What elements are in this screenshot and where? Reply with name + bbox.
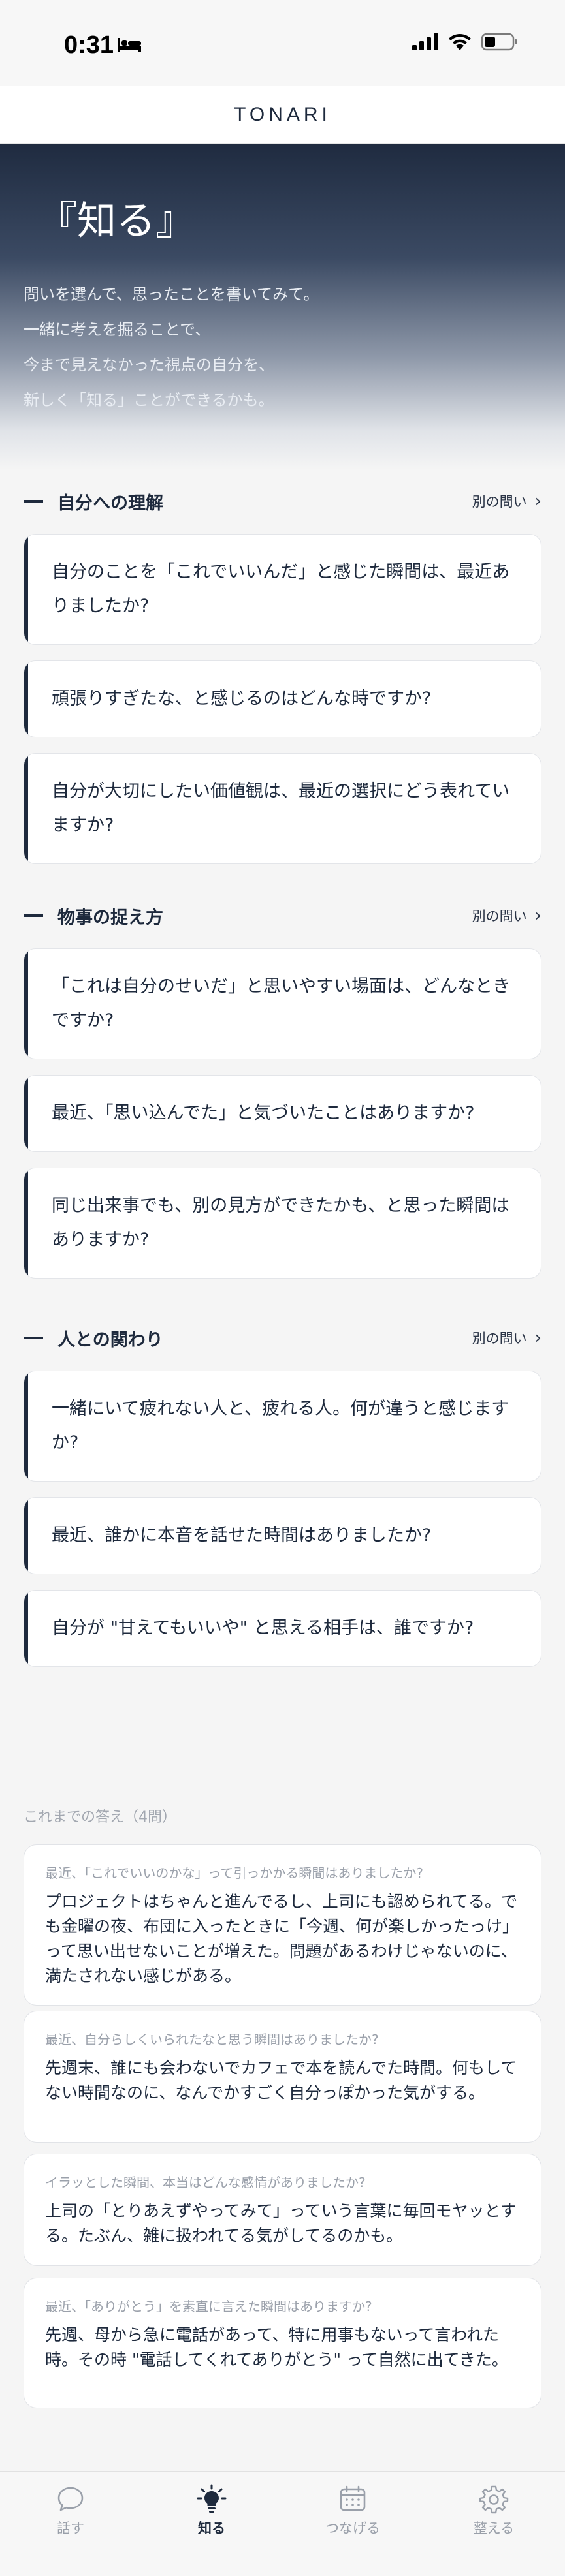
hero-description: 問いを選んで、思ったことを書いてみて。 一緒に考えを掘ることで、 今まで見えなか… (24, 277, 319, 418)
hero-line: 新しく「知る」ことができるかも。 (24, 391, 274, 409)
tab-talk[interactable]: 話す (0, 2472, 141, 2550)
hero-title: 『知る』 (38, 198, 195, 244)
section-relationships: 人との関わり 別の問い › 一緒にいて疲れない人と、疲れる人。何が違うと感じます… (24, 1318, 541, 1667)
answer-card[interactable]: 最近、「ありがとう」を素直に言えた瞬間はありますか? 先週、母から急に電話があっ… (24, 2278, 541, 2408)
calendar-icon (340, 2485, 366, 2511)
bed-icon (118, 38, 141, 52)
section-marker (24, 500, 43, 503)
section-marker (24, 914, 43, 917)
tab-label: 整える (473, 2521, 515, 2536)
status-bar: 0:31 (0, 0, 565, 86)
other-question-label: 別の問い (472, 1331, 527, 1346)
question-text: 最近、誰かに本音を話せた時間はありましたか? (52, 1525, 432, 1545)
question-card[interactable]: 一緒にいて疲れない人と、疲れる人。何が違うと感じますか? (24, 1371, 541, 1482)
other-question-button[interactable]: 別の問い › (472, 1318, 541, 1358)
tab-label: 知る (198, 2521, 225, 2536)
tab-label: つなげる (325, 2521, 380, 2536)
question-text: 最近、「思い込んでた」と気づいたことはありますか? (52, 1103, 475, 1123)
section-marker (24, 1337, 43, 1339)
section-self-understanding: 自分への理解 別の問い › 自分のことを「これでいいんだ」と感じた瞬間は、最近あ… (24, 482, 541, 864)
question-card[interactable]: 最近、「思い込んでた」と気づいたことはありますか? (24, 1075, 541, 1152)
chevron-right-icon: › (534, 1328, 541, 1348)
chevron-right-icon: › (534, 491, 541, 511)
answer-card[interactable]: 最近、「これでいいのかな」って引っかかる瞬間はありましたか? プロジェクトはちゃ… (24, 1844, 541, 2006)
answer-text: 上司の「とりあえずやってみて」っていう言葉に毎回モヤッとする。たぶん、雑に扱われ… (45, 2201, 517, 2245)
section-perspective: 物事の捉え方 別の問い › 「これは自分のせいだ」と思いやすい場面は、どんなとき… (24, 896, 541, 1279)
hero-banner: 『知る』 問いを選んで、思ったことを書いてみて。 一緒に考えを掘ることで、 今ま… (0, 144, 565, 470)
lightbulb-icon (197, 2484, 227, 2513)
chat-bubble-icon (57, 2487, 84, 2511)
other-question-button[interactable]: 別の問い › (472, 482, 541, 521)
tab-label: 話す (57, 2521, 84, 2536)
gear-icon (479, 2485, 509, 2514)
other-question-label: 別の問い (472, 908, 527, 924)
answer-question: 最近、「ありがとう」を素直に言えた瞬間はありますか? (45, 2299, 372, 2314)
hero-line: 問いを選んで、思ったことを書いてみて。 (24, 285, 319, 303)
question-card[interactable]: 頑張りすぎたな、と感じるのはどんな時ですか? (24, 660, 541, 737)
answer-text: プロジェクトはちゃんと進んでるし、上司にも認められてる。でも金曜の夜、布団に入っ… (45, 1892, 519, 1985)
answer-text: 先週、母から急に電話があって、特に用事もないって言われた時。その時 "電話してく… (45, 2325, 508, 2369)
status-icons (412, 33, 518, 51)
hero-line: 今まで見えなかった視点の自分を、 (24, 356, 274, 374)
status-time: 0:31 (64, 31, 114, 59)
question-text: 一緒にいて疲れない人と、疲れる人。何が違うと感じますか? (52, 1399, 509, 1453)
question-text: 頑張りすぎたな、と感じるのはどんな時ですか? (52, 689, 432, 709)
answer-question: 最近、「これでいいのかな」って引っかかる瞬間はありましたか? (45, 1865, 424, 1881)
question-card[interactable]: 同じ出来事でも、別の見方ができたかも、と思った瞬間はありますか? (24, 1168, 541, 1279)
tab-know[interactable]: 知る (141, 2472, 282, 2550)
answer-question: 最近、自分らしくいられたなと思う瞬間はありましたか? (45, 2032, 379, 2047)
battery-icon (481, 33, 517, 51)
app-header: TONARI (0, 86, 565, 144)
question-card[interactable]: 「これは自分のせいだ」と思いやすい場面は、どんなときですか? (24, 948, 541, 1059)
question-text: 自分が大切にしたい価値観は、最近の選択にどう表れていますか? (52, 781, 510, 835)
other-question-button[interactable]: 別の問い › (472, 896, 541, 935)
question-card[interactable]: 自分が大切にしたい価値観は、最近の選択にどう表れていますか? (24, 753, 541, 864)
section-header: 物事の捉え方 別の問い › (24, 896, 541, 935)
section-title: 人との関わり (57, 1329, 163, 1350)
answer-card[interactable]: イラッとした瞬間、本当はどんな感情がありましたか? 上司の「とりあえずやってみて… (24, 2154, 541, 2266)
question-text: 同じ出来事でも、別の見方ができたかも、と思った瞬間はありますか? (52, 1196, 509, 1250)
section-header: 人との関わり 別の問い › (24, 1318, 541, 1358)
answer-card[interactable]: 最近、自分らしくいられたなと思う瞬間はありましたか? 先週末、誰にも会わないでカ… (24, 2011, 541, 2143)
question-card[interactable]: 自分が "甘えてもいいや" と思える相手は、誰ですか? (24, 1590, 541, 1667)
answer-text: 先週末、誰にも会わないでカフェで本を読んでた時間。何もしてない時間なのに、なんで… (45, 2058, 517, 2102)
tab-bar: 話す 知る つなげる 整える (0, 2471, 565, 2576)
question-text: 自分が "甘えてもいいや" と思える相手は、誰ですか? (52, 1618, 474, 1638)
answer-question: イラッとした瞬間、本当はどんな感情がありましたか? (45, 2175, 366, 2190)
question-text: 自分のことを「これでいいんだ」と感じた瞬間は、最近ありましたか? (52, 562, 510, 616)
question-card[interactable]: 自分のことを「これでいいんだ」と感じた瞬間は、最近ありましたか? (24, 534, 541, 645)
tab-settings[interactable]: 整える (423, 2472, 564, 2550)
tab-connect[interactable]: つなげる (282, 2472, 423, 2550)
answers-heading: これまでの答え（4問） (24, 1809, 176, 1825)
chevron-right-icon: › (534, 906, 541, 925)
wifi-icon (449, 33, 471, 50)
section-title: 自分への理解 (57, 493, 163, 514)
other-question-label: 別の問い (472, 494, 527, 510)
question-text: 「これは自分のせいだ」と思いやすい場面は、どんなときですか? (52, 976, 510, 1031)
signal-icon (412, 33, 438, 50)
app-title: TONARI (234, 103, 331, 125)
section-title: 物事の捉え方 (57, 907, 163, 928)
section-header: 自分への理解 別の問い › (24, 482, 541, 521)
question-card[interactable]: 最近、誰かに本音を話せた時間はありましたか? (24, 1497, 541, 1574)
hero-line: 一緒に考えを掘ることで、 (24, 320, 211, 339)
